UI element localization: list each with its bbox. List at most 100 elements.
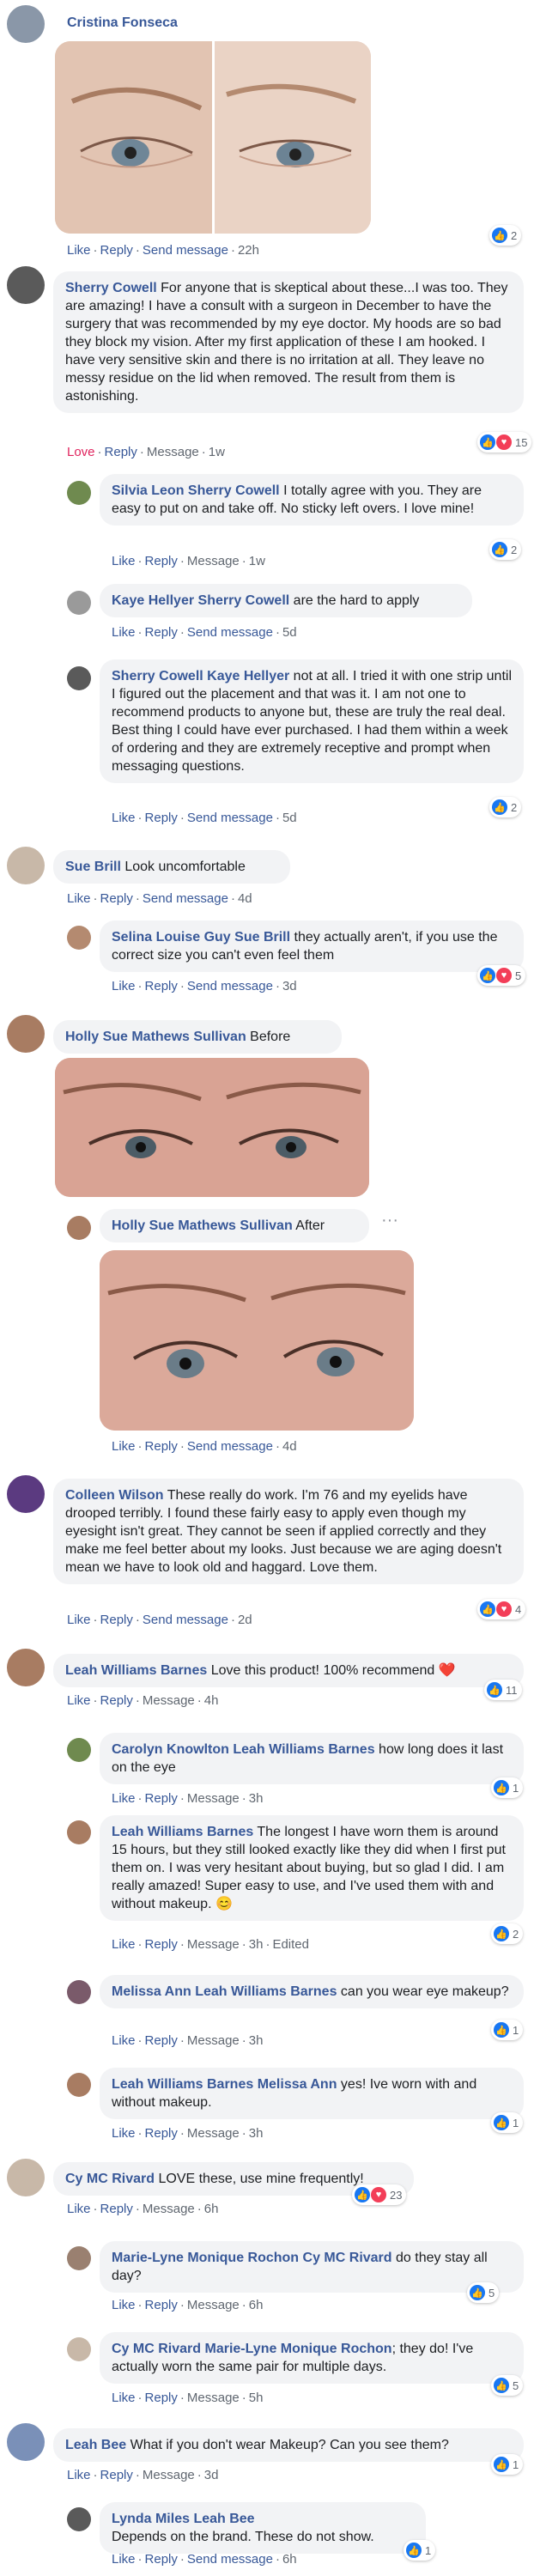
like-link[interactable]: Like [112, 1791, 136, 1806]
avatar[interactable] [67, 2246, 91, 2270]
avatar[interactable] [67, 1820, 91, 1844]
comment-author-name[interactable]: Colleen Wilson [65, 1488, 164, 1503]
like-link[interactable]: Like [67, 2202, 91, 2216]
avatar[interactable] [7, 266, 45, 304]
message-link[interactable]: Message [143, 1693, 195, 1708]
timestamp[interactable]: 22h [238, 243, 259, 258]
comment-photo-before-after[interactable] [55, 41, 371, 234]
reply-link[interactable]: Reply [105, 445, 137, 459]
comment-photo-before[interactable] [55, 1058, 369, 1197]
timestamp[interactable]: 2d [238, 1613, 252, 1627]
reply-link[interactable]: Reply [145, 2126, 178, 2141]
timestamp[interactable]: 3h [249, 2033, 264, 2048]
reaction-count[interactable]: 👍 1 [491, 2020, 524, 2040]
mention-link[interactable]: Kaye Hellyer [207, 669, 289, 683]
like-link[interactable]: Like [67, 1613, 91, 1627]
message-link[interactable]: Message [143, 2202, 195, 2216]
timestamp[interactable]: 4h [204, 1693, 219, 1708]
timestamp[interactable]: 6h [204, 2202, 219, 2216]
avatar[interactable] [67, 666, 91, 690]
timestamp[interactable]: 3h [249, 2126, 264, 2141]
avatar[interactable] [67, 1980, 91, 2004]
avatar[interactable] [67, 2507, 91, 2531]
comment-author-name[interactable]: Leah Bee [65, 2438, 126, 2452]
comment-author-name[interactable]: Cy MC Rivard [65, 2172, 155, 2186]
reply-link[interactable]: Reply [100, 1693, 133, 1708]
comment-author-name[interactable]: Silvia Leon [112, 483, 184, 498]
comment-author-name[interactable]: Sue Brill [65, 860, 121, 874]
mention-link[interactable]: Sherry Cowell [198, 593, 290, 608]
message-link[interactable]: Message [187, 1937, 240, 1952]
reaction-count[interactable]: 👍 5 [491, 2375, 524, 2396]
message-link[interactable]: Message [147, 445, 199, 459]
like-link[interactable]: Like [112, 811, 136, 825]
comment-author-name[interactable]: Lynda Miles [112, 2512, 190, 2526]
timestamp[interactable]: 4d [282, 1439, 297, 1454]
send-message-link[interactable]: Send message [143, 1613, 228, 1627]
like-link[interactable]: Like [112, 979, 136, 993]
mention-link[interactable]: Leah Williams Barnes [233, 1742, 374, 1757]
avatar[interactable] [67, 481, 91, 505]
comment-author-name[interactable]: Sherry Cowell [112, 669, 203, 683]
timestamp[interactable]: 3h [249, 1937, 264, 1952]
avatar[interactable] [67, 2073, 91, 2097]
like-link[interactable]: Like [112, 1937, 136, 1952]
message-link[interactable]: Message [187, 2126, 240, 2141]
reply-link[interactable]: Reply [145, 2033, 178, 2048]
timestamp[interactable]: 6h [249, 2298, 264, 2312]
comment-author-name[interactable]: Melissa Ann [112, 1984, 191, 1999]
reaction-count[interactable]: 👍 1 [491, 1777, 524, 1798]
like-link[interactable]: Like [112, 2126, 136, 2141]
send-message-link[interactable]: Send message [187, 979, 273, 993]
timestamp[interactable]: 1w [209, 445, 225, 459]
avatar[interactable] [7, 1015, 45, 1053]
reaction-count[interactable]: 👍 11 [484, 1680, 522, 1700]
mention-link[interactable]: Cy MC Rivard [303, 2251, 392, 2265]
reply-link[interactable]: Reply [145, 1937, 178, 1952]
like-link[interactable]: Like [67, 2468, 91, 2482]
reaction-count[interactable]: 👍 2 [489, 797, 522, 817]
reaction-count[interactable]: 👍 ♥ 5 [477, 965, 526, 986]
reply-link[interactable]: Reply [145, 811, 178, 825]
reply-link[interactable]: Reply [100, 2202, 133, 2216]
like-link[interactable]: Like [112, 2391, 136, 2405]
send-message-link[interactable]: Send message [143, 243, 228, 258]
avatar[interactable] [7, 1649, 45, 1686]
like-link[interactable]: Like [67, 891, 91, 906]
avatar[interactable] [7, 847, 45, 884]
like-link[interactable]: Like [112, 2033, 136, 2048]
send-message-link[interactable]: Send message [143, 891, 228, 906]
comment-author-name[interactable]: Carolyn Knowlton [112, 1742, 229, 1757]
reaction-count[interactable]: 👍 ♥ 23 [352, 2184, 407, 2205]
reaction-count[interactable]: 👍 2 [489, 539, 522, 560]
message-link[interactable]: Message [187, 2298, 240, 2312]
reaction-count[interactable]: 👍 5 [467, 2282, 500, 2303]
reaction-count[interactable]: 👍 ♥ 15 [477, 432, 532, 453]
avatar[interactable] [7, 2423, 45, 2461]
mention-link[interactable]: Marie-Lyne Monique Rochon [204, 2342, 391, 2356]
timestamp[interactable]: 5h [249, 2391, 264, 2405]
message-link[interactable]: Message [187, 554, 240, 568]
edited-label[interactable]: Edited [272, 1937, 309, 1952]
message-link[interactable]: Message [187, 2033, 240, 2048]
comment-author-name[interactable]: Leah Williams Barnes [112, 2077, 253, 2092]
reaction-count[interactable]: 👍 ♥ 4 [477, 1599, 526, 1619]
send-message-link[interactable]: Send message [187, 1439, 273, 1454]
reply-link[interactable]: Reply [100, 1613, 133, 1627]
reaction-count[interactable]: 👍 1 [491, 2454, 524, 2475]
comment-author-name[interactable]: Holly Sue Mathews Sullivan [112, 1218, 293, 1233]
message-link[interactable]: Message [187, 1791, 240, 1806]
avatar[interactable] [67, 591, 91, 615]
reply-link[interactable]: Reply [100, 2468, 133, 2482]
avatar[interactable] [67, 1216, 91, 1240]
message-link[interactable]: Message [187, 2391, 240, 2405]
like-link[interactable]: Like [112, 2298, 136, 2312]
reaction-count[interactable]: 👍 1 [491, 2112, 524, 2133]
like-link[interactable]: Like [67, 243, 91, 258]
avatar[interactable] [67, 926, 91, 950]
comment-author-name[interactable]: Sherry Cowell [65, 281, 157, 295]
timestamp[interactable]: 3d [282, 979, 297, 993]
reply-link[interactable]: Reply [145, 1439, 178, 1454]
mention-link[interactable]: Sue Brill [234, 930, 290, 945]
send-message-link[interactable]: Send message [187, 811, 273, 825]
